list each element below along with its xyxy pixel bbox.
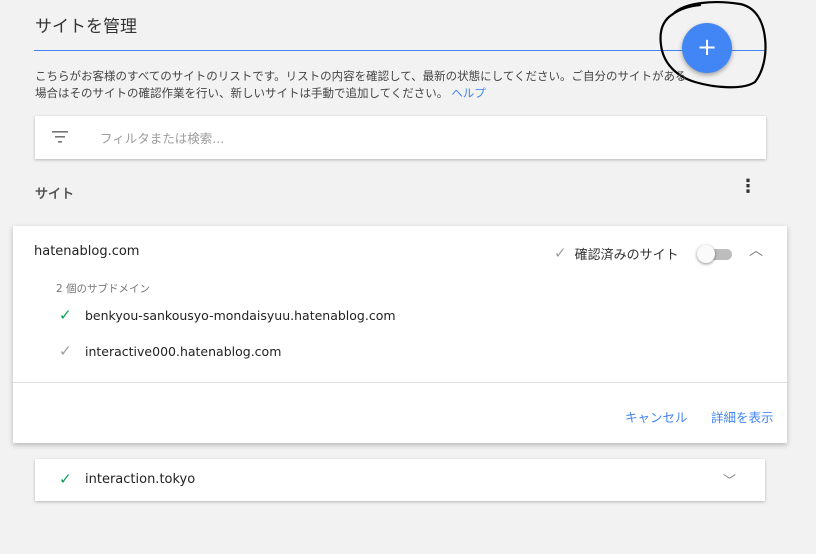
page-title: サイトを管理 (35, 17, 137, 37)
filter-icon[interactable] (52, 130, 68, 144)
subdomain-count: 2 個のサブドメイン (56, 283, 151, 295)
check-icon: ✓ (59, 470, 72, 488)
card-divider (13, 382, 787, 383)
site-domain: hatenablog.com (34, 244, 140, 259)
toggle-knob[interactable] (697, 245, 715, 263)
subdomain-name: benkyou-sankousyo-mondaisyuu.hatenablog.… (85, 307, 396, 323)
more-options-icon[interactable]: ⋮ (738, 178, 758, 200)
help-link[interactable]: ヘルプ (451, 86, 486, 100)
title-divider (34, 50, 766, 51)
add-site-button[interactable]: + (682, 23, 732, 73)
view-details-button[interactable]: 詳細を表示 (711, 407, 774, 426)
description-text: こちらがお客様のすべてのサイトのリストです。リストの内容を確認して、最新の状態に… (35, 69, 687, 100)
expand-chevron-icon[interactable]: ﹀ (723, 470, 736, 489)
subdomain-name: interactive000.hatenablog.com (85, 343, 282, 359)
check-icon: ✓ (59, 342, 72, 360)
description: こちらがお客様のすべてのサイトのリストです。リストの内容を確認して、最新の状態に… (35, 68, 695, 102)
verified-toggle[interactable] (697, 245, 732, 263)
subdomain-row[interactable]: ✓ interactive000.hatenablog.com (59, 342, 281, 360)
verified-label: 確認済みのサイト (574, 247, 679, 263)
search-bar[interactable] (35, 116, 766, 159)
check-icon: ✓ (554, 244, 567, 262)
collapse-chevron-icon[interactable]: ︿ (747, 240, 765, 260)
verified-status: ✓ 確認済みのサイト (554, 242, 679, 264)
search-input[interactable] (98, 125, 702, 151)
check-icon: ✓ (59, 306, 72, 324)
subdomain-row[interactable]: ✓ benkyou-sankousyo-mondaisyuu.hatenablo… (59, 306, 396, 324)
sites-section-title: サイト (35, 187, 75, 202)
site-card-collapsed[interactable]: ✓ interaction.tokyo ﹀ (35, 459, 765, 501)
cancel-button[interactable]: キャンセル (625, 407, 688, 426)
site-domain: interaction.tokyo (85, 472, 196, 487)
site-card: hatenablog.com ✓ 確認済みのサイト ︿ 2 個のサブドメイン ✓… (13, 226, 787, 443)
